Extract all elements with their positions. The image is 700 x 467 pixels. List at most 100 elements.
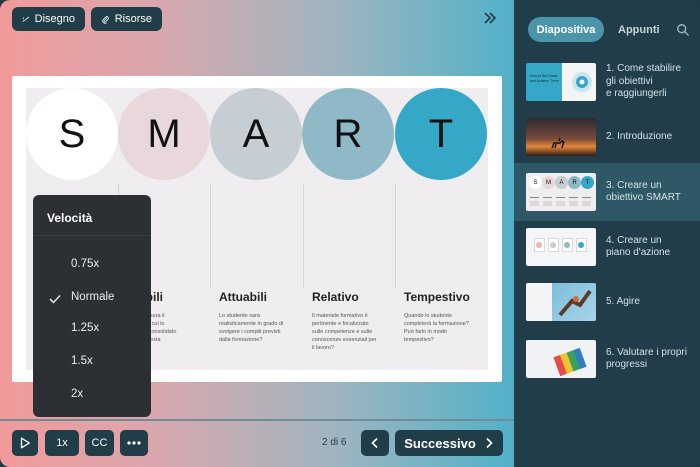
resources-button[interactable]: Risorse xyxy=(91,7,162,31)
thumb-smart-circle: M xyxy=(542,176,555,189)
slide-list-item-label-line: piano d'azione xyxy=(606,247,671,258)
chevron-left-icon xyxy=(371,437,378,449)
speed-menu-divider xyxy=(33,235,151,236)
thumb-smart-circle: T xyxy=(581,176,594,189)
slide-list-item-label: 6. Valutare i propri progressi xyxy=(606,347,698,372)
next-button[interactable]: Successivo xyxy=(395,430,503,456)
progress-bar[interactable] xyxy=(0,419,514,421)
slide-list-item-label-line: e raggiungerli xyxy=(606,88,667,100)
thumb-title-line: How to Set Goals xyxy=(530,74,558,78)
slide-list-item-label-line: 6. Valutare i propri xyxy=(606,346,687,358)
column-description-line: dalla formazione? xyxy=(219,337,263,343)
column-divider xyxy=(210,184,211,288)
column-description-line: questa xyxy=(144,337,161,343)
column-description-line: e? xyxy=(144,344,230,352)
slide-list-item-label-line: obiettivo SMART xyxy=(606,192,681,203)
column-description-line: conoscenze essenziali per xyxy=(312,337,377,343)
speed-button[interactable]: 1x xyxy=(45,430,79,456)
thumb-title-line: and Achieve Them xyxy=(530,78,559,83)
thumb-smart-circle: R xyxy=(568,176,581,189)
chevron-right-icon xyxy=(486,437,493,449)
slide-list-item-label: 3. Creare un obiettivo SMART xyxy=(606,180,698,205)
slide-thumbnail: SMART xyxy=(526,173,596,211)
slide-list-item[interactable]: S M A R T 3. Creare un obiettivo SMART xyxy=(514,163,700,221)
captions-button[interactable]: CC xyxy=(85,430,114,456)
speed-menu: Velocità 0.75x Normale 1.25x 1.5x 2x xyxy=(33,195,151,417)
column-description: Lo studente sarà realisticamente in grado… xyxy=(219,312,305,344)
column-title: Tempestivo xyxy=(404,290,470,304)
more-options-button[interactable] xyxy=(120,430,148,456)
column-description: Il materiale formativo è pertinente e foc… xyxy=(312,312,398,352)
column-title: Relativo xyxy=(312,290,359,304)
speed-option[interactable]: 1.25x xyxy=(71,322,99,334)
speed-option[interactable]: 1.5x xyxy=(71,355,93,367)
column-description-line: realisticamente in grado di xyxy=(219,321,284,327)
column-description-line: sulle competenze e sulle xyxy=(312,329,373,335)
slide-list-item[interactable]: 2. Introduzione xyxy=(514,108,700,166)
tab-notes[interactable]: Appunti xyxy=(618,24,660,36)
next-button-label: Successivo xyxy=(404,435,476,451)
slide-thumbnail: How to Set Goals and Achieve Them xyxy=(526,63,596,101)
search-icon[interactable] xyxy=(676,23,690,37)
slide-list-item-label-line: 5. Agire xyxy=(606,295,640,307)
play-icon xyxy=(20,437,31,449)
slide-player: Disegno Risorse SMARTurabilimisura ilon … xyxy=(0,0,514,467)
speed-option[interactable]: Normale xyxy=(71,291,114,303)
column-description-line: misura il xyxy=(144,313,165,319)
draw-button[interactable]: Disegno xyxy=(12,7,85,31)
slide-list-item-label: 5. Agire xyxy=(606,296,698,309)
draw-button-label: Disegno xyxy=(34,13,75,25)
speed-option[interactable]: 2x xyxy=(71,388,83,400)
column-description-line: Lo studente sarà xyxy=(219,313,260,319)
smart-circle-m: M xyxy=(118,88,210,180)
smart-circle-a: A xyxy=(210,88,302,180)
checkmark-icon xyxy=(49,294,61,304)
previous-button[interactable] xyxy=(361,430,389,456)
slide-list-item-label-line: progressi xyxy=(606,359,648,370)
horse-rider-image xyxy=(551,138,565,149)
column-description: misura il on cui lo e consolidato questae? xyxy=(144,312,230,352)
slide-list-item[interactable]: How to Set Goals and Achieve Them 1. Come … xyxy=(514,53,700,111)
column-title: Attuabili xyxy=(219,290,267,304)
column-description-line: pertinente e focalizzato xyxy=(312,321,369,327)
climber-image xyxy=(558,289,592,317)
slide-thumbnail xyxy=(526,228,596,266)
slide-thumbnail xyxy=(526,118,596,156)
more-icon xyxy=(127,441,141,445)
slide-list-item-label-line: gli obiettivi xyxy=(606,75,653,87)
target-icon xyxy=(572,72,592,92)
tab-slides[interactable]: Diapositiva xyxy=(528,17,604,42)
slide-thumbnail xyxy=(526,283,596,321)
collapse-sidebar-icon[interactable] xyxy=(482,10,498,26)
column-description-line: e consolidato xyxy=(144,329,177,335)
column-description-line: Il materiale formativo è xyxy=(312,313,368,319)
slide-list-item[interactable]: 6. Valutare i propri progressi xyxy=(514,330,700,388)
column-description-line: il lavoro? xyxy=(312,345,335,351)
smart-circle-s: S xyxy=(26,88,118,180)
slide-list-item-label: 2. Introduzione xyxy=(606,131,698,144)
paperclip-icon xyxy=(102,15,109,24)
slide-thumbnail xyxy=(526,340,596,378)
column-description-line: on cui lo xyxy=(144,321,165,327)
thumb-smart-circle: A xyxy=(555,176,568,189)
speed-menu-title: Velocità xyxy=(47,211,93,225)
column-description-line: Quando lo studente xyxy=(404,313,453,319)
slide-list-item-label: 1. Come stabilire gli obiettivi e raggiung… xyxy=(606,63,698,101)
column-description-line: svolgere i compiti previsti xyxy=(219,329,281,335)
speed-option[interactable]: 0.75x xyxy=(71,258,99,270)
slide-list-item-label: 4. Creare un piano d'azione xyxy=(606,235,698,260)
slide-list-item-label-line: 4. Creare un xyxy=(606,234,662,246)
column-description-line: completerà la formazione? xyxy=(404,321,469,327)
slide-sidebar: Diapositiva Appunti How to Set Goals and … xyxy=(514,0,700,467)
smart-circle-r: R xyxy=(302,88,394,180)
page-indicator: 2 di 6 xyxy=(322,437,347,448)
resources-button-label: Risorse xyxy=(114,13,152,25)
column-description: Quando lo studente completerà la formazio… xyxy=(404,312,488,344)
play-button[interactable] xyxy=(12,430,38,456)
column-divider xyxy=(395,184,396,288)
slide-list-item-label-line: 2. Introduzione xyxy=(606,130,673,142)
slide-list-item-label-line: 1. Come stabilire xyxy=(606,63,682,75)
slide-list-item-label-line: 3. Creare un xyxy=(606,179,662,191)
slide-list-item[interactable]: 5. Agire xyxy=(514,273,700,331)
slide-list-item[interactable]: 4. Creare un piano d'azione xyxy=(514,218,700,276)
